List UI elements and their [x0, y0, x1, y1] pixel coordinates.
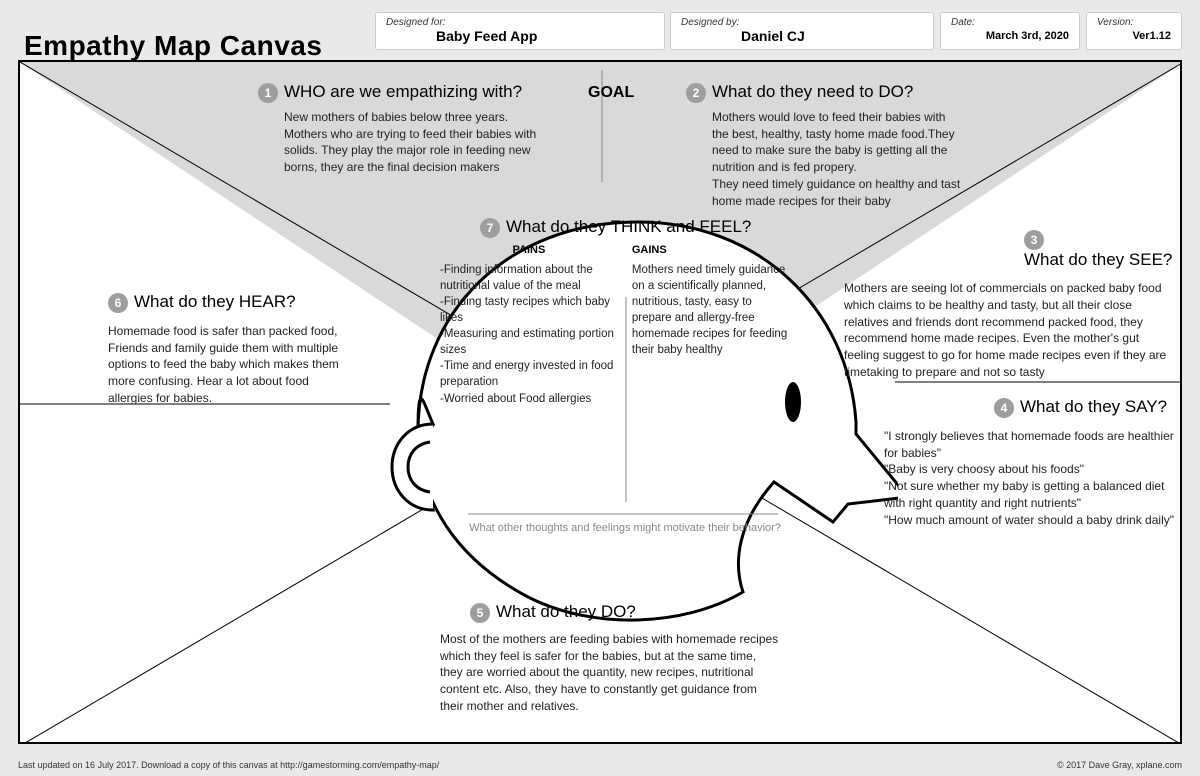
meta-value: Ver1.12 — [1097, 28, 1171, 44]
meta-label: Designed for: — [386, 17, 654, 28]
goal-label: GOAL — [588, 84, 634, 102]
section-body: Most of the mothers are feeding babies w… — [440, 631, 780, 715]
footer-right: © 2017 Dave Gray, xplane.com — [1057, 760, 1182, 770]
badge-1: 1 — [258, 83, 278, 103]
page-title: Empathy Map Canvas — [24, 30, 322, 62]
section-body: New mothers of babies below three years.… — [284, 109, 544, 176]
section-body: Mothers would love to feed their babies … — [712, 109, 962, 210]
section-title: What do they THINK and FEEL? — [506, 217, 751, 236]
header: Empathy Map Canvas Designed for: Baby Fe… — [0, 0, 1200, 55]
badge-2: 2 — [686, 83, 706, 103]
section-see: 3What do they SEE? Mothers are seeing lo… — [844, 230, 1174, 381]
section-title: What do they SAY? — [1020, 397, 1167, 416]
meta-value: March 3rd, 2020 — [951, 28, 1069, 44]
section-think-feel: 7 What do they THINK and FEEL? PAINS -Fin… — [440, 217, 790, 407]
section-say: 4 What do they SAY? "I strongly believes … — [884, 397, 1174, 529]
badge-3: 3 — [1024, 230, 1044, 250]
section-title: What do they DO? — [496, 602, 636, 621]
section-body: Homemade food is safer than packed food,… — [108, 323, 348, 407]
section-hear: 6 What do they HEAR? Homemade food is saf… — [108, 292, 388, 407]
section-title: WHO are we empathizing with? — [284, 82, 522, 101]
section-title: What do they need to DO? — [712, 82, 913, 101]
section-body: "I strongly believes that homemade foods… — [884, 428, 1174, 529]
meta-designed-for: Designed for: Baby Feed App — [375, 12, 665, 50]
meta-date: Date: March 3rd, 2020 — [940, 12, 1080, 50]
gains-body: Mothers need timely guidance on a scient… — [632, 262, 790, 359]
footer: Last updated on 16 July 2017. Download a… — [18, 760, 1182, 770]
gains-label: GAINS — [632, 244, 790, 256]
meta-value: Baby Feed App — [436, 28, 537, 44]
meta-label: Version: — [1097, 17, 1171, 28]
meta-label: Designed by: — [681, 17, 923, 28]
prompt-text: What other thoughts and feelings might m… — [460, 522, 790, 534]
meta-version: Version: Ver1.12 — [1086, 12, 1182, 50]
section-title: What do they HEAR? — [134, 292, 296, 311]
badge-6: 6 — [108, 293, 128, 313]
meta-label: Date: — [951, 17, 1069, 28]
section-do: 5 What do they DO? Most of the mothers ar… — [420, 602, 820, 715]
section-who: 1 WHO are we empathizing with? New mother… — [258, 82, 568, 176]
badge-4: 4 — [994, 398, 1014, 418]
empathy-canvas: GOAL 1 WHO are we empathizing with? New m… — [18, 60, 1182, 744]
pains-label: PAINS — [440, 244, 618, 256]
section-title: What do they SEE? — [1024, 250, 1172, 269]
badge-5: 5 — [470, 603, 490, 623]
badge-7: 7 — [480, 218, 500, 238]
section-do-need: 2 What do they need to DO? Mothers would … — [686, 82, 986, 210]
meta-designed-by: Designed by: Daniel CJ — [670, 12, 934, 50]
section-body: Mothers are seeing lot of commercials on… — [844, 280, 1174, 381]
meta-value: Daniel CJ — [741, 28, 805, 44]
pains-body: -Finding information about the nutrition… — [440, 262, 618, 407]
footer-left: Last updated on 16 July 2017. Download a… — [18, 760, 439, 770]
